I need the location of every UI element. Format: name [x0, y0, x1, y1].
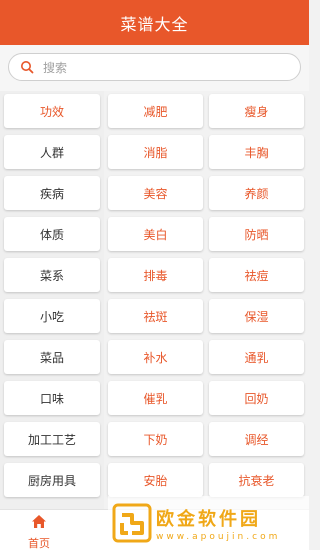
subcategory-item[interactable]: 丰胸 — [209, 135, 304, 169]
tab-home-label: 首页 — [28, 537, 50, 550]
category-item[interactable]: 体质 — [4, 217, 100, 251]
category-item[interactable]: 人群 — [4, 135, 100, 169]
subcategory-item[interactable]: 祛痘 — [209, 258, 304, 292]
subcategory-item[interactable]: 减肥 — [108, 94, 203, 128]
subcategory-item[interactable]: 保湿 — [209, 299, 304, 333]
app-header: 菜谱大全 — [0, 0, 309, 45]
tab-home[interactable]: 首页 — [14, 514, 64, 550]
subcategory-panel: 减肥 瘦身 消脂 丰胸 美容 养颜 美白 防晒 排毒 祛痘 祛斑 保湿 补水 通… — [104, 91, 309, 509]
category-item[interactable]: 口味 — [4, 381, 100, 415]
category-item[interactable]: 菜系 — [4, 258, 100, 292]
category-item[interactable]: 疾病 — [4, 176, 100, 210]
subcategory-item[interactable]: 下奶 — [108, 422, 203, 456]
category-item[interactable]: 菜品 — [4, 340, 100, 374]
search-bar: 搜索 — [0, 45, 309, 91]
subcategory-item[interactable]: 通乳 — [209, 340, 304, 374]
category-item[interactable]: 功效 — [4, 94, 100, 128]
category-browser: 功效 人群 疾病 体质 菜系 小吃 菜品 口味 加工工艺 厨房用具 减肥 瘦身 … — [0, 91, 309, 509]
page-title: 菜谱大全 — [120, 14, 189, 34]
search-placeholder: 搜索 — [43, 60, 68, 75]
category-item[interactable]: 厨房用具 — [4, 463, 100, 497]
subcategory-item[interactable]: 补水 — [108, 340, 203, 374]
subcategory-item[interactable]: 防晒 — [209, 217, 304, 251]
search-input[interactable]: 搜索 — [8, 53, 301, 81]
category-item[interactable]: 小吃 — [4, 299, 100, 333]
search-icon — [19, 59, 35, 75]
subcategory-item[interactable]: 安胎 — [108, 463, 203, 497]
subcategory-item[interactable]: 美白 — [108, 217, 203, 251]
watermark-text: 欧金软件园 — [156, 508, 261, 530]
subcategory-item[interactable]: 消脂 — [108, 135, 203, 169]
subcategory-item[interactable]: 美容 — [108, 176, 203, 210]
watermark-url: www.apoujin.com — [156, 531, 281, 542]
subcategory-item[interactable]: 瘦身 — [209, 94, 304, 128]
subcategory-item[interactable]: 催乳 — [108, 381, 203, 415]
subcategory-item[interactable]: 抗衰老 — [209, 463, 304, 497]
subcategory-item[interactable]: 养颜 — [209, 176, 304, 210]
subcategory-item[interactable]: 祛斑 — [108, 299, 203, 333]
subcategory-grid: 减肥 瘦身 消脂 丰胸 美容 养颜 美白 防晒 排毒 祛痘 祛斑 保湿 补水 通… — [108, 94, 305, 497]
subcategory-item[interactable]: 回奶 — [209, 381, 304, 415]
watermark-logo-icon — [112, 503, 152, 543]
watermark: 欧金软件园 www.apoujin.com — [108, 496, 309, 550]
home-icon — [31, 514, 47, 533]
subcategory-item[interactable]: 排毒 — [108, 258, 203, 292]
category-list: 功效 人群 疾病 体质 菜系 小吃 菜品 口味 加工工艺 厨房用具 — [0, 91, 104, 509]
category-item[interactable]: 加工工艺 — [4, 422, 100, 456]
subcategory-item[interactable]: 调经 — [209, 422, 304, 456]
